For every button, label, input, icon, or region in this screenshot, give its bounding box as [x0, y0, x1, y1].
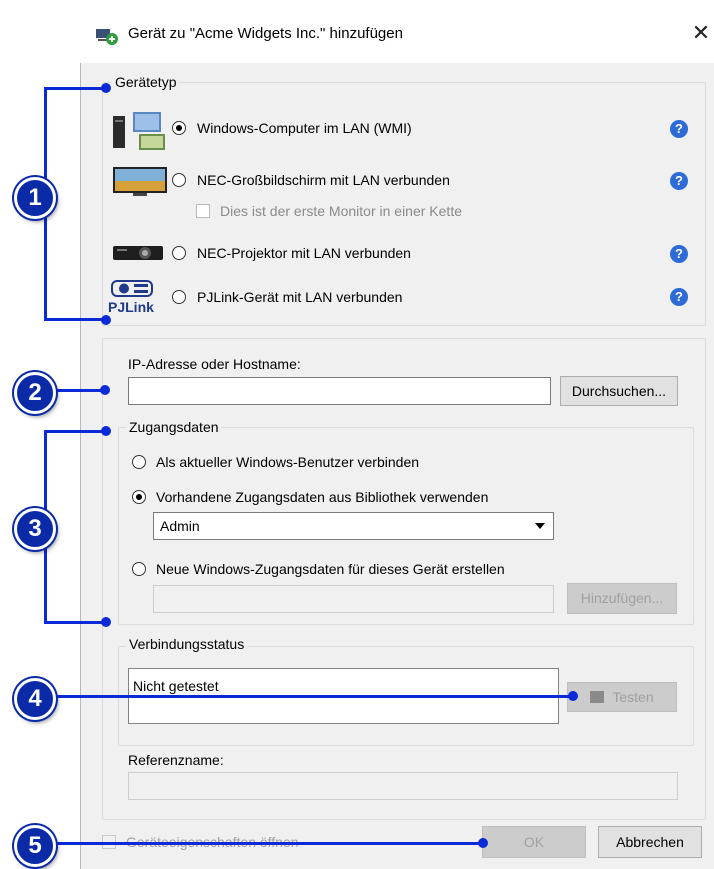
add-credentials-button: Hinzufügen...	[567, 583, 677, 614]
reference-input	[128, 772, 678, 800]
network-icon	[590, 691, 605, 703]
callout-2-line	[56, 389, 106, 392]
cancel-button[interactable]: Abbrechen	[598, 826, 702, 858]
callout-2-dot	[100, 385, 110, 395]
reference-label: Referenzname:	[128, 752, 224, 768]
credentials-current-user-radio[interactable]	[132, 455, 146, 469]
credentials-current-user-label: Als aktueller Windows-Benutzer verbinden	[156, 454, 420, 470]
callout-1-dot-top	[101, 83, 111, 93]
device-type-projector-radio[interactable]	[172, 246, 186, 260]
callout-3-dot-bottom	[101, 617, 111, 627]
device-type-pjlink-radio[interactable]	[172, 290, 186, 304]
callout-4-dot	[568, 691, 578, 701]
connection-status-text: Nicht getestet	[133, 678, 219, 694]
credentials-new-label: Neue Windows-Zugangsdaten für dieses Ger…	[156, 561, 505, 577]
device-type-projector-label: NEC-Projektor mit LAN verbunden	[197, 245, 411, 261]
callout-3-bracket-top	[44, 430, 107, 433]
credentials-new-input	[153, 585, 554, 613]
help-icon-windows[interactable]: ?	[670, 120, 688, 138]
credentials-new-radio[interactable]	[132, 562, 146, 576]
callout-badge-2: 2	[14, 372, 56, 414]
chevron-down-icon	[535, 523, 545, 529]
test-button-label: Testen	[612, 689, 654, 705]
device-type-windows-radio[interactable]	[172, 121, 186, 135]
first-monitor-label: Dies ist der erste Monitor in einer Kett…	[220, 203, 462, 219]
connection-status-legend: Verbindungsstatus	[126, 636, 248, 652]
callout-1-bracket-bottom	[44, 318, 107, 321]
close-icon[interactable]: ✕	[686, 18, 714, 48]
device-type-windows-label: Windows-Computer im LAN (WMI)	[197, 120, 412, 136]
callout-badge-3: 3	[14, 508, 56, 550]
first-monitor-checkbox[interactable]	[196, 204, 210, 218]
windows-computer-icon	[113, 112, 165, 152]
ok-button: OK	[482, 826, 586, 858]
device-type-display-label: NEC-Großbildschirm mit LAN verbunden	[197, 172, 450, 188]
address-input[interactable]	[128, 377, 551, 405]
dialog-title: Gerät zu "Acme Widgets Inc." hinzufügen	[128, 25, 403, 42]
callout-5-line	[56, 842, 484, 845]
credentials-legend: Zugangsdaten	[126, 419, 222, 435]
credentials-library-radio[interactable]	[132, 490, 146, 504]
device-type-pjlink-label: PJLink-Gerät mit LAN verbunden	[197, 289, 403, 305]
help-icon-pjlink[interactable]: ?	[670, 288, 688, 306]
callout-badge-5: 5	[14, 825, 56, 867]
callout-4-line	[56, 695, 574, 698]
callout-badge-4: 4	[14, 678, 56, 720]
credentials-library-select[interactable]: Admin	[153, 512, 554, 540]
help-icon-projector[interactable]: ?	[670, 245, 688, 263]
callout-3-dot-top	[101, 426, 111, 436]
device-type-display-radio[interactable]	[172, 173, 186, 187]
address-label: IP-Adresse oder Hostname:	[128, 356, 301, 372]
dialog-app-icon	[96, 27, 118, 45]
browse-button[interactable]: Durchsuchen...	[560, 376, 678, 406]
test-button: Testen	[567, 682, 677, 712]
pjlink-logo-text: PJLink	[108, 299, 154, 315]
callout-5-dot	[478, 838, 488, 848]
device-type-legend: Gerätetyp	[112, 74, 180, 90]
large-display-icon	[113, 167, 167, 197]
callout-1-bracket-top	[44, 87, 107, 90]
callout-badge-1: 1	[14, 177, 56, 219]
callout-3-bracket-bottom	[44, 621, 107, 624]
credentials-library-label: Vorhandene Zugangsdaten aus Bibliothek v…	[156, 489, 489, 505]
help-icon-display[interactable]: ?	[670, 172, 688, 190]
pjlink-icon: PJLink	[108, 279, 164, 317]
credentials-library-value: Admin	[160, 518, 200, 534]
callout-1-dot-bottom	[101, 315, 111, 325]
projector-icon	[113, 242, 165, 264]
